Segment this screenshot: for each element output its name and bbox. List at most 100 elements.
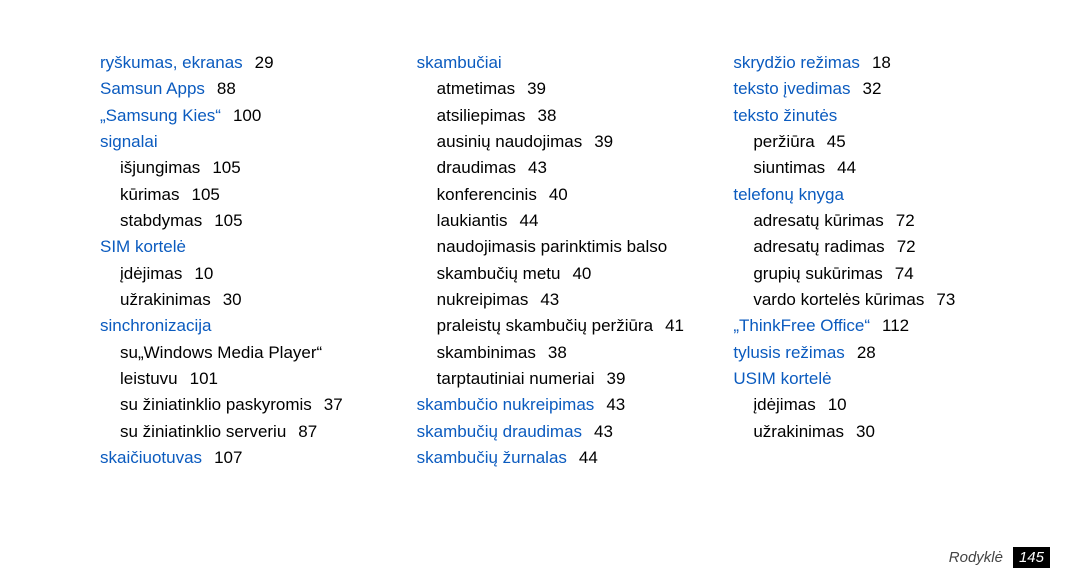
index-heading: skambučio nukreipimas 43 — [417, 392, 694, 418]
entry-page: 30 — [223, 290, 242, 309]
index-page: ryškumas, ekranas29Samsun Apps88„Samsung… — [0, 0, 1080, 586]
index-heading: skambučių žurnalas 44 — [417, 445, 694, 471]
index-subentry: siuntimas 44 — [733, 155, 1010, 181]
index-heading: skambučiai — [417, 50, 694, 76]
entry-page: 45 — [827, 132, 846, 151]
page-footer: Rodyklė 145 — [949, 547, 1050, 568]
entry-page: 38 — [548, 343, 567, 362]
index-column: skambučiaiatmetimas39atsiliepimas38ausin… — [417, 50, 694, 472]
entry-page: 105 — [192, 185, 220, 204]
entry-text: skambučių žurnalas — [417, 448, 567, 467]
entry-text: su žiniatinklio paskyromis — [120, 395, 312, 414]
entry-text: kūrimas — [120, 185, 180, 204]
entry-page: 40 — [549, 185, 568, 204]
entry-text: laukiantis — [437, 211, 508, 230]
footer-section-label: Rodyklė — [949, 549, 1003, 566]
entry-page: 100 — [233, 106, 261, 125]
entry-text: „ThinkFree Office“ — [733, 316, 870, 335]
entry-text: skambučio nukreipimas — [417, 395, 595, 414]
entry-text: teksto žinutės — [733, 106, 837, 125]
index-subentry: nukreipimas 43 — [417, 287, 694, 313]
entry-text: atmetimas — [437, 79, 515, 98]
index-subentry: stabdymas 105 — [100, 208, 377, 234]
index-subentry: grupių sukūrimas 74 — [733, 261, 1010, 287]
entry-text: Samsun Apps — [100, 79, 205, 98]
entry-page: 43 — [606, 395, 625, 414]
entry-text: skambinimas — [437, 343, 536, 362]
entry-text: skrydžio režimas — [733, 53, 860, 72]
entry-page: 44 — [579, 448, 598, 467]
index-subentry: konferencinis 40 — [417, 182, 694, 208]
entry-text: siuntimas — [753, 158, 825, 177]
entry-text: SIM kortelė — [100, 237, 186, 256]
entry-page: 18 — [872, 53, 891, 72]
entry-page: 37 — [324, 395, 343, 414]
entry-text: naudojimasis parinktimis balso skambučių… — [437, 237, 668, 282]
index-subentry: su žiniatinklio paskyromis 37 — [100, 392, 377, 418]
index-subentry: užrakinimas 30 — [733, 419, 1010, 445]
index-heading: teksto įvedimas 32 — [733, 76, 1010, 102]
index-subentry: praleistų skambučių peržiūra41 — [417, 313, 694, 339]
entry-text: su žiniatinklio serveriu — [120, 422, 286, 441]
entry-text: skambučiai — [417, 53, 502, 72]
entry-page: 44 — [520, 211, 539, 230]
index-subentry: tarptautiniai numeriai39 — [417, 366, 694, 392]
entry-page: 107 — [214, 448, 242, 467]
entry-page: 38 — [537, 106, 556, 125]
index-heading: signalai — [100, 129, 377, 155]
entry-text: įdėjimas — [120, 264, 182, 283]
entry-text: išjungimas — [120, 158, 200, 177]
index-subentry: užrakinimas30 — [100, 287, 377, 313]
entry-text: adresatų radimas — [753, 237, 884, 256]
entry-page: 28 — [857, 343, 876, 362]
index-heading: teksto žinutės — [733, 103, 1010, 129]
index-heading: Samsun Apps 88 — [100, 76, 377, 102]
entry-text: signalai — [100, 132, 158, 151]
index-heading: skaičiuotuvas107 — [100, 445, 377, 471]
entry-text: nukreipimas — [437, 290, 529, 309]
entry-text: ausinių naudojimas — [437, 132, 583, 151]
entry-text: užrakinimas — [753, 422, 844, 441]
entry-page: 43 — [540, 290, 559, 309]
entry-text: vardo kortelės kūrimas — [753, 290, 924, 309]
entry-text: su„Windows Media Player“ leistuvu — [120, 343, 322, 388]
entry-page: 32 — [863, 79, 882, 98]
entry-text: sinchronizacija — [100, 316, 212, 335]
index-subentry: atmetimas 39 — [417, 76, 694, 102]
entry-text: konferencinis — [437, 185, 537, 204]
index-subentry: įdėjimas10 — [733, 392, 1010, 418]
entry-page: 43 — [594, 422, 613, 441]
entry-page: 105 — [212, 158, 240, 177]
entry-text: tylusis režimas — [733, 343, 844, 362]
index-heading: telefonų knyga — [733, 182, 1010, 208]
entry-text: skambučių draudimas — [417, 422, 582, 441]
entry-text: teksto įvedimas — [733, 79, 850, 98]
entry-page: 112 — [882, 316, 909, 335]
entry-page: 72 — [897, 237, 916, 256]
entry-page: 88 — [217, 79, 236, 98]
index-columns: ryškumas, ekranas29Samsun Apps88„Samsung… — [100, 50, 1010, 472]
index-subentry: naudojimasis parinktimis balso skambučių… — [417, 234, 694, 287]
entry-text: telefonų knyga — [733, 185, 844, 204]
entry-text: stabdymas — [120, 211, 202, 230]
entry-text: įdėjimas — [753, 395, 815, 414]
footer-page-number: 145 — [1013, 547, 1050, 568]
entry-page: 105 — [214, 211, 242, 230]
entry-page: 30 — [856, 422, 875, 441]
entry-page: 72 — [896, 211, 915, 230]
index-subentry: peržiūra45 — [733, 129, 1010, 155]
index-subentry: išjungimas 105 — [100, 155, 377, 181]
index-subentry: skambinimas 38 — [417, 340, 694, 366]
index-subentry: draudimas43 — [417, 155, 694, 181]
index-heading: sinchronizacija — [100, 313, 377, 339]
entry-page: 39 — [527, 79, 546, 98]
index-subentry: kūrimas 105 — [100, 182, 377, 208]
index-subentry: su„Windows Media Player“ leistuvu101 — [100, 340, 377, 393]
index-subentry: adresatų kūrimas72 — [733, 208, 1010, 234]
entry-text: praleistų skambučių peržiūra — [437, 316, 653, 335]
index-heading: skambučių draudimas 43 — [417, 419, 694, 445]
entry-page: 74 — [895, 264, 914, 283]
index-heading: „ThinkFree Office“ 112 — [733, 313, 1010, 339]
entry-page: 44 — [837, 158, 856, 177]
entry-text: grupių sukūrimas — [753, 264, 882, 283]
